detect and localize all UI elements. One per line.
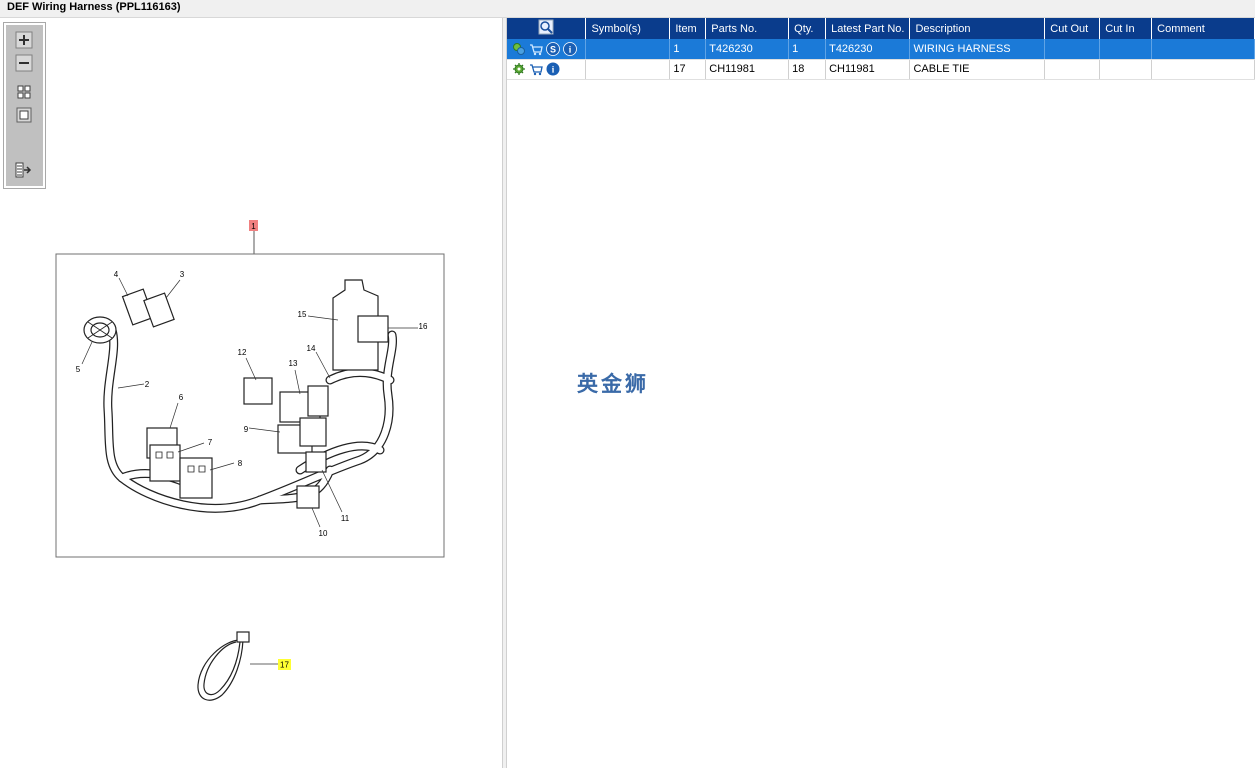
window-titlebar: DEF Wiring Harness (PPL116163)	[0, 0, 1255, 18]
cart-icon[interactable]	[529, 42, 543, 56]
illustration-pane[interactable]: 1 2 3 4 5 6 7 8 9 10 11 12 13 14 15 16 1…	[0, 18, 503, 768]
callout-10[interactable]: 10	[319, 529, 328, 538]
column-header-item[interactable]: Item	[669, 18, 707, 39]
cell-cut-in	[1099, 39, 1153, 60]
window-title: DEF Wiring Harness (PPL116163)	[7, 1, 181, 13]
callout-17-label[interactable]: 17	[280, 661, 289, 670]
callout-15[interactable]: 15	[298, 310, 307, 319]
row-actions: S i	[507, 39, 587, 60]
cell-description: WIRING HARNESS	[909, 39, 1046, 60]
callout-8[interactable]: 8	[238, 459, 243, 468]
cell-item: 1	[669, 39, 707, 60]
column-header-description[interactable]: Description	[909, 18, 1046, 39]
cell-cut-in	[1099, 59, 1153, 80]
cell-comment	[1151, 59, 1255, 80]
callout-11[interactable]: 11	[341, 514, 350, 523]
callout-9[interactable]: 9	[244, 425, 249, 434]
cell-latest-part-no: CH11981	[825, 59, 911, 80]
callout-4[interactable]: 4	[114, 270, 119, 279]
column-header-actions[interactable]	[507, 18, 587, 39]
watermark-text: 英金狮	[577, 372, 649, 396]
info-icon[interactable]: i	[546, 62, 560, 76]
column-header-symbols[interactable]: Symbol(s)	[585, 18, 671, 39]
row-actions: i	[507, 59, 587, 80]
column-header-parts-no[interactable]: Parts No.	[705, 18, 790, 39]
callout-5[interactable]: 5	[76, 365, 81, 374]
cell-cut-out	[1044, 39, 1101, 60]
svg-text:S: S	[550, 44, 556, 54]
gear-icon[interactable]	[512, 62, 526, 76]
parts-table: Symbol(s) Item Parts No. Qty. Latest Par…	[507, 18, 1255, 80]
cart-icon[interactable]	[529, 62, 543, 76]
magnifier-icon[interactable]	[538, 19, 554, 35]
column-header-qty[interactable]: Qty.	[788, 18, 827, 39]
column-header-latest-part-no[interactable]: Latest Part No.	[825, 18, 911, 39]
gear-link-icon[interactable]	[512, 42, 526, 56]
callout-12[interactable]: 12	[238, 348, 247, 357]
callout-1-label[interactable]: 1	[251, 222, 256, 231]
cell-description: CABLE TIE	[909, 59, 1046, 80]
cell-symbols	[585, 39, 671, 60]
parts-diagram: 1 2 3 4 5 6 7 8 9 10 11 12 13 14 15 16 1…	[55, 220, 445, 701]
cell-qty: 18	[788, 59, 827, 80]
cell-latest-part-no: T426230	[825, 39, 911, 60]
callout-3[interactable]: 3	[180, 270, 185, 279]
cell-parts-no: CH11981	[705, 59, 790, 80]
callout-16[interactable]: 16	[419, 322, 428, 331]
cell-qty: 1	[788, 39, 827, 60]
table-header-row: Symbol(s) Item Parts No. Qty. Latest Par…	[507, 18, 1255, 39]
callout-13[interactable]: 13	[289, 359, 298, 368]
table-row[interactable]: S i 1 T426230 1 T426230 WIRING HARNESS	[507, 39, 1255, 60]
callout-7[interactable]: 7	[208, 438, 213, 447]
info-icon[interactable]: i	[563, 41, 577, 56]
cell-item: 17	[669, 59, 707, 80]
callout-6[interactable]: 6	[179, 393, 184, 402]
column-header-cut-in[interactable]: Cut In	[1099, 18, 1153, 39]
callout-2[interactable]: 2	[145, 380, 150, 389]
cable-tie-drawing	[197, 631, 250, 701]
cell-parts-no: T426230	[705, 39, 790, 60]
table-row[interactable]: i 17 CH11981 18 CH11981 CABLE TIE	[507, 59, 1255, 80]
supersession-icon[interactable]: S	[546, 41, 560, 56]
parts-list-pane: Symbol(s) Item Parts No. Qty. Latest Par…	[507, 18, 1255, 768]
cell-cut-out	[1044, 59, 1101, 80]
cell-symbols	[585, 59, 671, 80]
callout-14[interactable]: 14	[307, 344, 316, 353]
cell-comment	[1151, 39, 1255, 60]
column-header-comment[interactable]: Comment	[1151, 18, 1255, 39]
column-header-cut-out[interactable]: Cut Out	[1044, 18, 1101, 39]
